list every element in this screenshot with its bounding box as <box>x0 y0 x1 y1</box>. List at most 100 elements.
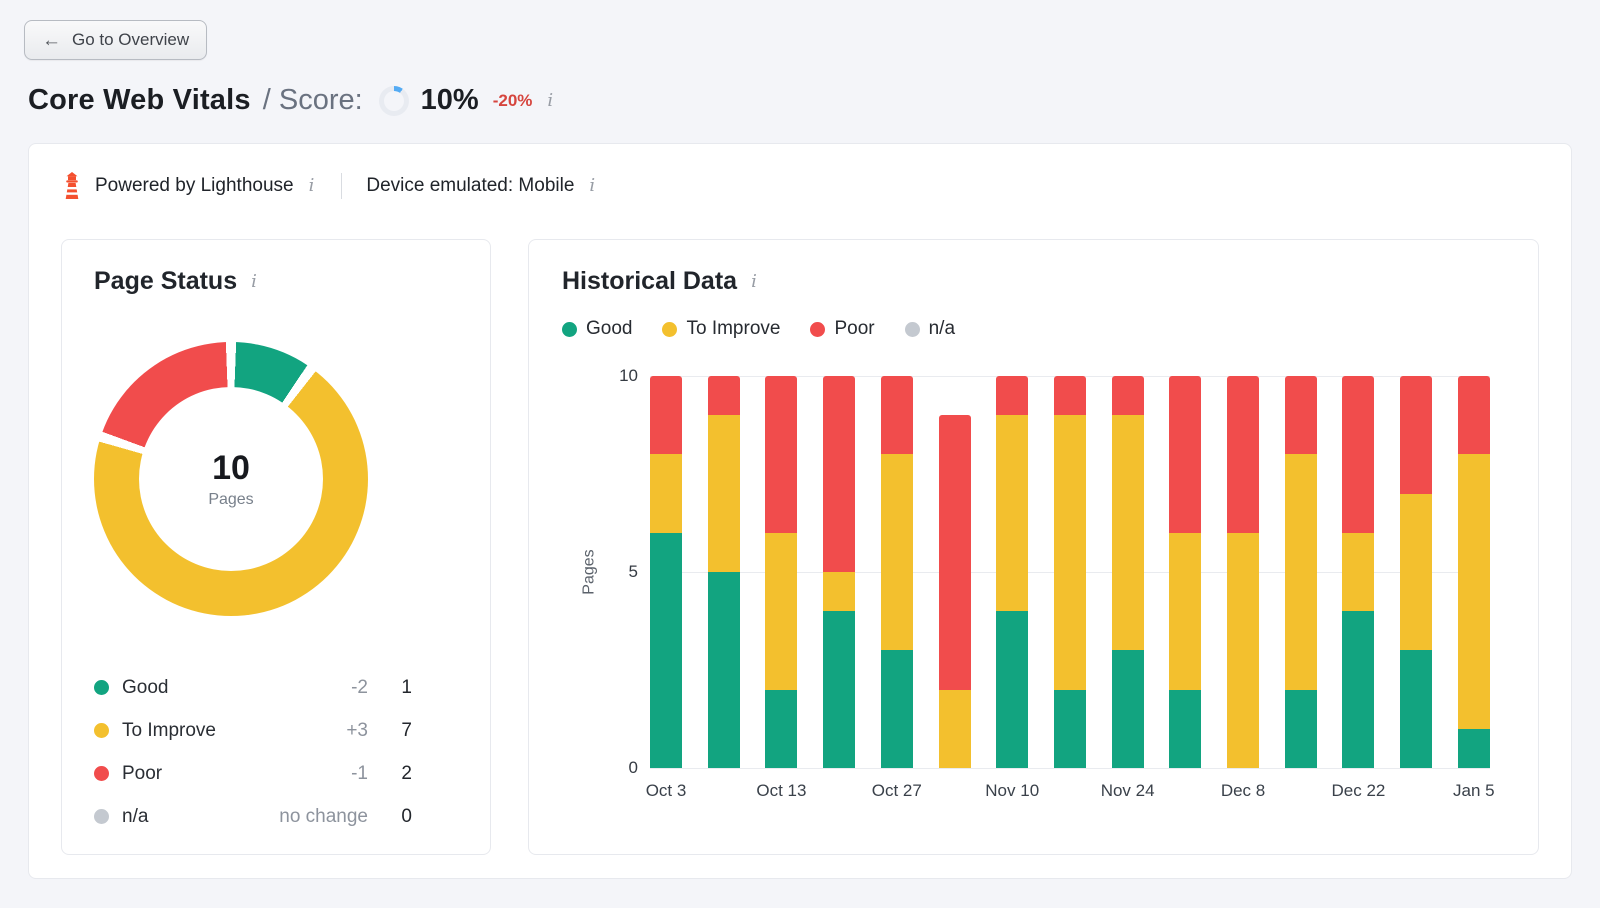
bar-segment-to-improve <box>765 533 797 690</box>
legend-item-na: n/a <box>905 318 955 340</box>
x-axis-label <box>1400 781 1432 801</box>
historical-title-row: Historical Data i <box>562 267 1505 296</box>
info-icon[interactable]: i <box>248 273 260 291</box>
legend-count: 0 <box>368 806 412 828</box>
historical-legend: Good To Improve Poor n/a <box>562 318 1505 340</box>
stacked-bar[interactable] <box>1458 376 1490 768</box>
legend-label: Good <box>586 318 632 340</box>
x-axis-label: Oct 27 <box>881 781 913 801</box>
stacked-bar[interactable] <box>1400 376 1432 768</box>
legend-item-good: Good <box>562 318 632 340</box>
stacked-bar[interactable] <box>1169 376 1201 768</box>
legend-change: +3 <box>276 720 368 742</box>
bar-segment-good <box>1112 650 1144 768</box>
legend-row-good: Good -2 1 <box>94 666 412 709</box>
score-value: 10% <box>421 84 479 117</box>
bar-segment-to-improve <box>1054 415 1086 689</box>
go-to-overview-button[interactable]: ← Go to Overview <box>24 20 207 60</box>
bar-segment-to-improve <box>1227 533 1259 768</box>
stacked-bar[interactable] <box>1054 376 1086 768</box>
bar-segment-to-improve <box>823 572 855 611</box>
x-axis-label: Oct 3 <box>650 781 682 801</box>
bar-segment-poor <box>1458 376 1490 454</box>
bar-segment-good <box>1054 690 1086 768</box>
bar-segment-poor <box>1342 376 1374 533</box>
bar-segment-poor <box>1169 376 1201 533</box>
na-dot <box>94 809 109 824</box>
stacked-bar[interactable] <box>1112 376 1144 768</box>
legend-label: Poor <box>834 318 874 340</box>
page-status-card: Page Status i 10 Pages Good -2 1 To <box>61 239 491 855</box>
info-icon[interactable]: i <box>306 177 318 195</box>
score-prefix: / Score: <box>263 84 363 117</box>
bar-segment-good <box>1342 611 1374 768</box>
good-dot <box>94 680 109 695</box>
donut-total-label: Pages <box>208 491 253 509</box>
stacked-bar[interactable] <box>1342 376 1374 768</box>
bar-segment-good <box>708 572 740 768</box>
stacked-bar[interactable] <box>939 415 971 768</box>
bar-segment-to-improve <box>708 415 740 572</box>
x-axis-label <box>708 781 740 801</box>
stacked-bar[interactable] <box>823 376 855 768</box>
x-axis-label: Oct 13 <box>765 781 797 801</box>
meta-row: Powered by Lighthouse i Device emulated:… <box>61 172 1539 199</box>
x-axis-label: Jan 5 <box>1458 781 1490 801</box>
info-icon[interactable]: i <box>544 92 556 110</box>
legend-count: 2 <box>368 763 412 785</box>
legend-label: n/a <box>929 318 955 340</box>
bar-segment-good <box>1285 690 1317 768</box>
legend-row-to-improve: To Improve +3 7 <box>94 709 412 752</box>
stacked-bar[interactable] <box>708 376 740 768</box>
vertical-divider <box>341 173 342 199</box>
legend-label: n/a <box>122 806 276 828</box>
stacked-bar[interactable] <box>996 376 1028 768</box>
legend-change: no change <box>276 806 368 828</box>
bars-container <box>650 376 1490 768</box>
stacked-bar[interactable] <box>1285 376 1317 768</box>
legend-label: Poor <box>122 763 276 785</box>
x-axis-label <box>823 781 855 801</box>
poor-dot <box>94 766 109 781</box>
bar-segment-poor <box>1112 376 1144 415</box>
bar-segment-poor <box>1400 376 1432 494</box>
x-axis-label <box>939 781 971 801</box>
historical-chart-plot: Pages 10 5 0 <box>650 376 1490 768</box>
y-axis-tick: 0 <box>604 758 638 778</box>
page-status-title-row: Page Status i <box>94 267 458 296</box>
bar-segment-to-improve <box>881 454 913 650</box>
info-icon[interactable]: i <box>586 177 598 195</box>
bar-segment-poor <box>823 376 855 572</box>
bar-segment-poor <box>939 415 971 689</box>
cards-row: Page Status i 10 Pages Good -2 1 To <box>61 239 1539 855</box>
page-title-row: Core Web Vitals / Score: 10% -20% i <box>28 84 1600 117</box>
stacked-bar[interactable] <box>1227 376 1259 768</box>
donut-center: 10 Pages <box>139 387 323 571</box>
bar-segment-good <box>881 650 913 768</box>
bar-segment-good <box>1400 650 1432 768</box>
to-improve-dot <box>94 723 109 738</box>
to-improve-dot <box>662 322 677 337</box>
info-icon[interactable]: i <box>748 273 760 291</box>
stacked-bar[interactable] <box>650 376 682 768</box>
bar-segment-poor <box>881 376 913 454</box>
x-axis-label: Dec 8 <box>1227 781 1259 801</box>
y-axis-tick: 5 <box>604 562 638 582</box>
legend-item-to-improve: To Improve <box>662 318 780 340</box>
core-web-vitals-panel: Powered by Lighthouse i Device emulated:… <box>28 143 1572 879</box>
page-status-donut[interactable]: 10 Pages <box>94 342 368 616</box>
lighthouse-icon <box>61 172 83 199</box>
legend-count: 1 <box>368 677 412 699</box>
x-axis-label: Nov 24 <box>1112 781 1144 801</box>
legend-row-na: n/a no change 0 <box>94 795 412 838</box>
stacked-bar[interactable] <box>881 376 913 768</box>
bar-segment-to-improve <box>1285 454 1317 689</box>
bar-segment-good <box>1458 729 1490 768</box>
back-arrow-icon: ← <box>42 31 61 50</box>
page-status-legend: Good -2 1 To Improve +3 7 Poor -1 2 <box>94 666 458 838</box>
legend-item-poor: Poor <box>810 318 874 340</box>
stacked-bar[interactable] <box>765 376 797 768</box>
device-emulated-label: Device emulated: Mobile <box>366 175 574 197</box>
historical-title: Historical Data <box>562 267 737 296</box>
page-title: Core Web Vitals <box>28 84 251 117</box>
